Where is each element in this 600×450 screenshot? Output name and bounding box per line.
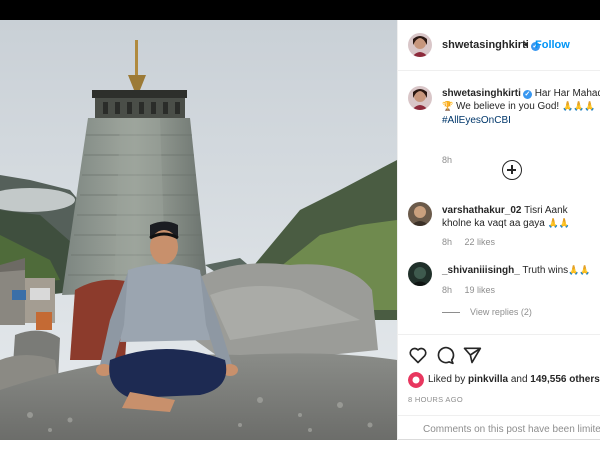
comment-icon[interactable] (435, 345, 457, 367)
folded-hands-emoji: 🙏🙏🙏 (562, 102, 596, 112)
comments-limited-text: Comments on this post have been limited. (423, 424, 600, 435)
trophy-emoji: 🏆 (442, 102, 454, 112)
instagram-post: shwetasinghkirti ✓ • Follow shwetasinghki… (0, 20, 600, 440)
author-avatar-image (408, 33, 432, 57)
commenter-avatar[interactable] (408, 262, 432, 286)
commenter-avatar-image (408, 202, 432, 226)
post-photo[interactable] (0, 20, 397, 440)
pinkvilla-avatar[interactable] (408, 372, 424, 388)
load-more-comments-plus-circle-icon[interactable] (502, 160, 522, 180)
comment-time[interactable]: 8h (442, 237, 452, 247)
caption-line2: We believe in you God! (456, 101, 560, 112)
header-separator: • (524, 39, 528, 51)
temple-photo-image (0, 20, 397, 440)
liked-by-connector: and (510, 374, 528, 385)
comment-likes[interactable]: 19 likes (465, 285, 496, 295)
comment-body-1: Tisri Aank (524, 205, 568, 216)
liked-by-prefix: Liked by (428, 374, 466, 385)
comment-username[interactable]: _shivaniiisingh_ (442, 265, 520, 276)
comment-time[interactable]: 8h (442, 285, 452, 295)
pinkvilla-logo-icon (408, 372, 424, 388)
hashtag-link[interactable]: #AllEyesOnCBI (442, 115, 511, 126)
folded-hands-emoji: 🙏🙏 (547, 219, 571, 229)
caption-verified-badge-icon: ✓ (522, 90, 532, 99)
post-header: shwetasinghkirti ✓ • Follow (398, 20, 600, 71)
post-caption: shwetasinghkirti✓ Har Har Mahadev 🏆 We b… (398, 71, 600, 186)
comment-likes[interactable]: 22 likes (465, 237, 496, 247)
commenter-avatar[interactable] (408, 202, 432, 226)
caption-username[interactable]: shwetasinghkirti ✓ (442, 88, 532, 99)
comment-text: varshathakur_02 Tisri Aank kholne ka vaq… (442, 204, 600, 231)
view-replies-link[interactable]: View replies (2) (442, 307, 532, 317)
caption-timestamp[interactable]: 8h (442, 155, 452, 165)
post-sidebar: shwetasinghkirti ✓ • Follow shwetasinghki… (397, 20, 600, 440)
caption-username-text: shwetasinghkirti (442, 88, 521, 99)
comment-meta: 8h 19 likes (442, 285, 505, 295)
folded-hands-emoji: 🙏🙏 (568, 266, 591, 276)
liked-by-user[interactable]: pinkvilla (468, 374, 508, 385)
caption-text: shwetasinghkirti✓ Har Har Mahadev 🏆 We b… (442, 87, 600, 127)
comment-body-2: kholne ka vaqt aa gaya (442, 218, 545, 229)
liked-by-text: Liked by pinkvilla and 149,556 others (428, 374, 600, 385)
caption-avatar-image (408, 86, 432, 110)
comment-meta: 8h 22 likes (442, 237, 505, 247)
caption-avatar[interactable] (408, 86, 432, 110)
author-avatar[interactable] (408, 33, 432, 57)
comment-username[interactable]: varshathakur_02 (442, 205, 522, 216)
author-username-text: shwetasinghkirti (442, 39, 529, 51)
post-actions: Liked by pinkvilla and 149,556 others 8 … (398, 334, 600, 440)
likes-count[interactable]: 149,556 others (530, 374, 600, 385)
comment-text: _shivaniiisingh_ Truth wins🙏🙏 (442, 264, 600, 278)
comments-limited-notice: Comments on this post have been limited. (398, 415, 600, 440)
share-icon[interactable] (462, 345, 484, 367)
top-bar (0, 0, 600, 20)
follow-button[interactable]: Follow (535, 39, 570, 51)
post-timestamp[interactable]: 8 HOURS AGO (408, 395, 463, 404)
heart-icon[interactable] (408, 345, 430, 367)
caption-line1: Har Har Mahadev (534, 88, 600, 99)
comment-body: Truth wins (522, 265, 569, 276)
commenter-avatar-image (408, 262, 432, 286)
